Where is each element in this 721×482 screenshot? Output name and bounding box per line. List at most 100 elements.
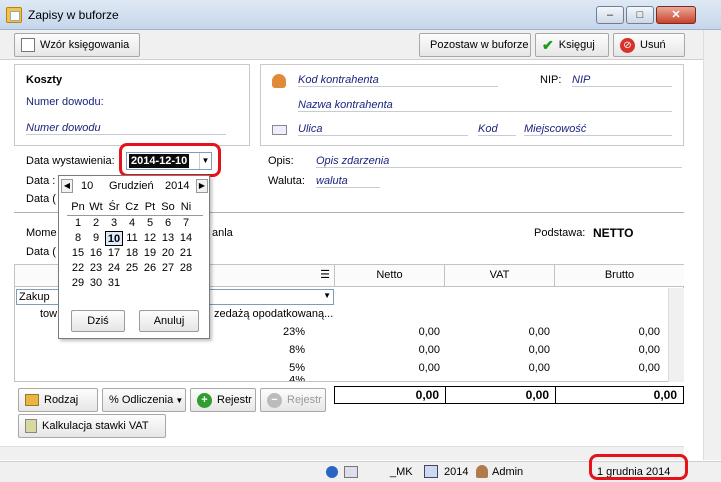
calendar-day-cell[interactable]: 1: [69, 216, 87, 231]
calendar-empty-cell: [159, 276, 177, 291]
brutto-cell[interactable]: 0,00: [560, 344, 660, 356]
calendar-day-cell[interactable]: 16: [87, 246, 105, 261]
previous-month-button[interactable]: ◀: [61, 179, 73, 193]
calendar-day-cell[interactable]: 29: [69, 276, 87, 291]
rate-cell: 8%: [289, 344, 305, 356]
netto-cell[interactable]: 0,00: [340, 362, 440, 374]
calendar-day-cell[interactable]: 21: [177, 246, 195, 261]
calendar-day-cell[interactable]: 4: [123, 216, 141, 231]
data-label: Data (: [26, 246, 56, 258]
weekday-label: Pt: [144, 201, 156, 213]
calendar-day-cell[interactable]: 11: [123, 231, 141, 246]
calendar-day-cell[interactable]: 19: [141, 246, 159, 261]
calendar-empty-cell: [177, 276, 195, 291]
vat-calc-button[interactable]: Kalkulacja stawki VAT: [18, 414, 166, 438]
calendar-day[interactable]: 10: [81, 180, 93, 192]
date-picker-calendar: ◀ 10 Grudzień 2014 ▶ Pn Wt Śr Cz Pt So Ni 1234…: [58, 175, 210, 339]
weekday-row: Pn Wt Śr Cz Pt So Ni: [69, 198, 195, 216]
nip-label: NIP:: [540, 74, 562, 86]
deductions-button[interactable]: % Odliczenia ▼: [102, 388, 186, 412]
calendar-day-cell[interactable]: 26: [141, 261, 159, 276]
calendar-day-cell[interactable]: 22: [69, 261, 87, 276]
brutto-cell[interactable]: 0,00: [560, 326, 660, 338]
moment-label: Mome: [26, 227, 57, 239]
calendar-day-cell[interactable]: 30: [87, 276, 105, 291]
maximize-button[interactable]: □: [626, 6, 654, 24]
remove-register-button[interactable]: − Rejestr: [260, 388, 326, 412]
today-button[interactable]: Dziś: [71, 310, 125, 332]
calendar-day-cell[interactable]: 31: [105, 276, 123, 291]
folder-icon: [25, 394, 39, 407]
calendar-day-cell[interactable]: 2: [87, 216, 105, 231]
calendar-day-cell[interactable]: 12: [141, 231, 159, 246]
calendar-day-cell[interactable]: 20: [159, 246, 177, 261]
calendar-day-cell[interactable]: 13: [159, 231, 177, 246]
calendar-day-cell[interactable]: 28: [177, 261, 195, 276]
calendar-day-cell[interactable]: 27: [159, 261, 177, 276]
description-input[interactable]: Opis zdarzenia: [316, 155, 682, 168]
netto-cell[interactable]: 0,00: [340, 326, 440, 338]
netto-header[interactable]: Netto: [335, 265, 445, 287]
calendar-day-cell[interactable]: 14: [177, 231, 195, 246]
netto-cell[interactable]: 0,00: [340, 344, 440, 356]
leave-in-buffer-button[interactable]: Pozostaw w buforze: [419, 33, 531, 57]
calendar-day-cell[interactable]: 24: [105, 261, 123, 276]
user-icon: [476, 465, 488, 478]
add-register-button[interactable]: + Rejestr: [190, 388, 256, 412]
total-vat: 0,00: [446, 386, 556, 404]
vat-cell[interactable]: 0,00: [450, 326, 550, 338]
window-scrollbar[interactable]: [703, 30, 721, 460]
type-button[interactable]: Rodzaj: [18, 388, 98, 412]
table-scrollbar[interactable]: [668, 288, 684, 382]
moment-value: anla: [212, 227, 233, 239]
calendar-year[interactable]: 2014: [165, 180, 189, 192]
calendar-day-cell[interactable]: 18: [123, 246, 141, 261]
minimize-button[interactable]: –: [596, 6, 624, 24]
calendar-month[interactable]: Grudzień: [109, 180, 154, 192]
row-label-left: tow: [40, 308, 58, 320]
info-icon[interactable]: [326, 466, 338, 478]
vat-cell[interactable]: 0,00: [450, 344, 550, 356]
calendar-day-cell[interactable]: 3: [105, 216, 123, 231]
company-icon: [344, 466, 358, 478]
calendar-day-cell[interactable]: 9: [87, 231, 105, 246]
calendar-day-cell[interactable]: 23: [87, 261, 105, 276]
calendar-day-cell[interactable]: 10: [105, 231, 123, 246]
vat-header[interactable]: VAT: [445, 265, 555, 287]
calendar-day-cell[interactable]: 6: [159, 216, 177, 231]
title-bar: Zapisy w buforze – □ ✕: [0, 0, 721, 30]
calendar-day-cell[interactable]: 8: [69, 231, 87, 246]
brutto-header[interactable]: Brutto: [555, 265, 684, 287]
city-input[interactable]: Miejscowość: [524, 123, 672, 136]
weekday-label: Ni: [180, 201, 192, 213]
calendar-day-cell[interactable]: 17: [105, 246, 123, 261]
currency-input[interactable]: waluta: [316, 175, 380, 188]
delete-icon: ⊘: [620, 37, 635, 53]
calendar-header: ◀ 10 Grudzień 2014 ▶: [59, 179, 209, 195]
template-button[interactable]: Wzór księgowania: [14, 33, 140, 57]
person-icon[interactable]: [272, 74, 286, 88]
vat-cell[interactable]: 0,00: [450, 362, 550, 374]
street-input[interactable]: Ulica: [298, 123, 468, 136]
weekday-label: Cz: [125, 201, 139, 213]
doc-number-input[interactable]: Numer dowodu: [26, 122, 226, 135]
date-label-3: Data (: [26, 193, 56, 205]
delete-button[interactable]: ⊘ Usuń: [613, 33, 685, 57]
next-month-button[interactable]: ▶: [196, 179, 208, 193]
post-button[interactable]: ✔ Księguj: [535, 33, 609, 57]
calendar-day-cell[interactable]: 15: [69, 246, 87, 261]
contractor-name-input[interactable]: Nazwa kontrahenta: [298, 99, 672, 112]
contractor-code-input[interactable]: Kod kontrahenta: [298, 74, 498, 87]
nip-input[interactable]: NIP: [572, 74, 672, 87]
horizontal-scrollbar[interactable]: [0, 446, 684, 460]
postal-code-input[interactable]: Kod: [478, 123, 516, 136]
calendar-day-cell[interactable]: 7: [177, 216, 195, 231]
calendar-day-cell[interactable]: 5: [141, 216, 159, 231]
cancel-button[interactable]: Anuluj: [139, 310, 199, 332]
description-label: Opis:: [268, 155, 294, 167]
close-button[interactable]: ✕: [656, 6, 696, 24]
row-label: zedażą opodatkowaną...: [214, 308, 334, 320]
brutto-cell[interactable]: 0,00: [560, 362, 660, 374]
calendar-day-cell[interactable]: 25: [123, 261, 141, 276]
section-title: Koszty: [26, 74, 63, 86]
